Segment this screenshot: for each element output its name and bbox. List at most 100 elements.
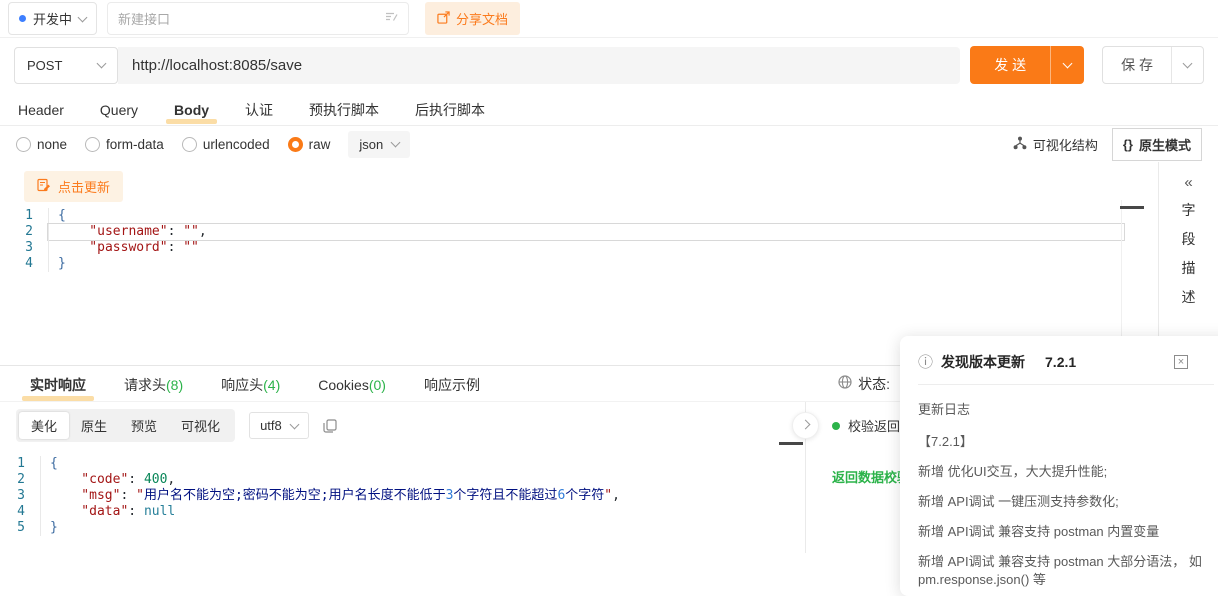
tab-count: (4): [263, 377, 280, 393]
tab-header[interactable]: Header: [16, 96, 66, 122]
encoding-select[interactable]: utf8: [249, 412, 309, 439]
tab-response-example[interactable]: 响应示例: [422, 369, 482, 399]
save-dropdown-button[interactable]: [1171, 47, 1203, 83]
status-indicator: 状态:: [838, 374, 890, 394]
visual-structure-button[interactable]: 可视化结构: [1013, 135, 1098, 154]
code-token: "": [183, 240, 199, 255]
click-update-button[interactable]: 点击更新: [24, 171, 123, 202]
send-dropdown-button[interactable]: [1050, 46, 1084, 84]
encoding-value: utf8: [260, 418, 282, 433]
tab-label: Cookies: [318, 377, 369, 393]
status-dot-icon: [19, 15, 26, 22]
raw-type-select[interactable]: json: [348, 131, 410, 158]
code-token: 400: [144, 472, 167, 487]
request-row: POST http://localhost:8085/save 发 送 保 存: [0, 38, 1218, 92]
tab-query[interactable]: Query: [98, 96, 140, 122]
copy-button[interactable]: [323, 419, 337, 433]
radio-urlencoded-label: urlencoded: [203, 137, 270, 152]
method-value: POST: [27, 58, 62, 73]
code-token: :: [168, 224, 184, 239]
radio-form-data[interactable]: form-data: [85, 137, 164, 152]
code-token: "": [183, 224, 199, 239]
tab-realtime-response[interactable]: 实时响应: [28, 369, 88, 399]
tab-response-headers[interactable]: 响应头(4): [219, 369, 282, 399]
code-token: ,: [199, 224, 207, 239]
api-name-input[interactable]: 新建接口: [107, 2, 409, 35]
changelog-item: 新增 API调试 一键压测支持参数化;: [918, 493, 1214, 512]
tab-cookies[interactable]: Cookies(0): [316, 371, 388, 397]
tab-pre-script[interactable]: 预执行脚本: [307, 94, 381, 124]
chevron-down-icon: [78, 12, 88, 22]
raw-type-value: json: [359, 137, 383, 152]
radio-raw-label: raw: [309, 137, 331, 152]
click-update-label: 点击更新: [58, 177, 110, 196]
line-number: 1: [0, 208, 48, 224]
url-input[interactable]: http://localhost:8085/save: [118, 47, 960, 84]
code-line[interactable]: 1 {: [0, 208, 1158, 224]
radio-urlencoded[interactable]: urlencoded: [182, 137, 270, 152]
code-line[interactable]: 4 }: [0, 256, 1158, 272]
code-token: :: [128, 504, 144, 519]
radio-none[interactable]: none: [16, 137, 67, 152]
braces-icon: {}: [1123, 137, 1133, 152]
field-panel-char: 段: [1182, 229, 1196, 249]
status-label: 状态:: [858, 374, 890, 394]
collapse-panel-icon[interactable]: «: [1184, 174, 1192, 191]
view-mode-segments: 美化 原生 预览 可视化: [16, 409, 235, 442]
radio-selected-icon: [288, 137, 303, 152]
save-label: 保 存: [1103, 47, 1171, 83]
code-line[interactable]: 3 "msg": "用户名不能为空;密码不能为空;用户名长度不能低于3个字符且不…: [0, 488, 805, 504]
response-code[interactable]: 1 { 2 "code": 400, 3 "msg": "用户名不能为空;密码不…: [0, 456, 805, 536]
collapse-panel-button[interactable]: [792, 412, 819, 439]
segment-raw[interactable]: 原生: [69, 412, 119, 439]
body-code[interactable]: 1 { 2 "username": "", 3 "password": "" 4…: [0, 208, 1158, 272]
segment-visual[interactable]: 可视化: [169, 412, 232, 439]
tab-label: 响应头: [221, 377, 263, 393]
segment-beautify[interactable]: 美化: [19, 412, 69, 439]
code-token: :: [128, 472, 144, 487]
tab-request-headers[interactable]: 请求头(8): [122, 369, 185, 399]
line-number: 3: [0, 240, 48, 256]
code-line-current[interactable]: 2 "username": "",: [0, 224, 1158, 240]
line-number: 2: [0, 224, 48, 240]
radio-raw[interactable]: raw: [288, 137, 331, 152]
code-token: :: [168, 240, 184, 255]
code-line[interactable]: 1 {: [0, 456, 805, 472]
share-doc-button[interactable]: 分享文档: [425, 2, 520, 35]
method-select[interactable]: POST: [14, 47, 118, 84]
api-status-select[interactable]: 开发中: [8, 2, 97, 35]
chevron-down-icon: [1063, 59, 1073, 69]
notification-version: 7.2.1: [1045, 354, 1076, 370]
body-editor[interactable]: 点击更新 1 { 2 "username": "", 3 "password":…: [0, 162, 1158, 365]
changelog-item: 新增 API调试 兼容支持 postman 大部分语法， 如 pm.respon…: [918, 553, 1214, 591]
raw-mode-button[interactable]: {} 原生模式: [1112, 128, 1202, 161]
code-line[interactable]: 5 }: [0, 520, 805, 536]
code-token: "msg": [50, 488, 120, 503]
code-token: :: [120, 488, 136, 503]
changelog-item: 新增 优化UI交互，大大提升性能;: [918, 463, 1214, 482]
code-token: {: [58, 208, 66, 223]
chevron-down-icon: [1183, 59, 1193, 69]
radio-none-label: none: [37, 137, 67, 152]
tab-post-script[interactable]: 后执行脚本: [413, 94, 487, 124]
response-viewer: 美化 原生 预览 可视化 utf8 1 {: [0, 402, 806, 553]
code-token: "password": [58, 240, 168, 255]
request-tabs: Header Query Body 认证 预执行脚本 后执行脚本: [0, 92, 1218, 126]
radio-form-data-label: form-data: [106, 137, 164, 152]
close-icon[interactable]: ×: [1174, 355, 1188, 369]
tab-label: 请求头: [124, 377, 166, 393]
tab-auth[interactable]: 认证: [243, 94, 275, 124]
segment-preview[interactable]: 预览: [119, 412, 169, 439]
update-notification-popup: ⓘ 发现版本更新 7.2.1 × 更新日志 【7.2.1】 新增 优化UI交互，…: [900, 336, 1218, 596]
version-tag: 【7.2.1】: [918, 431, 1214, 450]
send-button[interactable]: 发 送: [970, 46, 1084, 84]
code-line[interactable]: 3 "password": "": [0, 240, 1158, 256]
field-panel-char: 述: [1182, 287, 1196, 307]
url-value: http://localhost:8085/save: [132, 57, 302, 74]
code-line[interactable]: 4 "data": null: [0, 504, 805, 520]
save-button[interactable]: 保 存: [1102, 46, 1204, 84]
code-line[interactable]: 2 "code": 400,: [0, 472, 805, 488]
visual-structure-label: 可视化结构: [1033, 135, 1098, 154]
line-number: 2: [0, 472, 40, 488]
tab-body[interactable]: Body: [172, 96, 211, 122]
